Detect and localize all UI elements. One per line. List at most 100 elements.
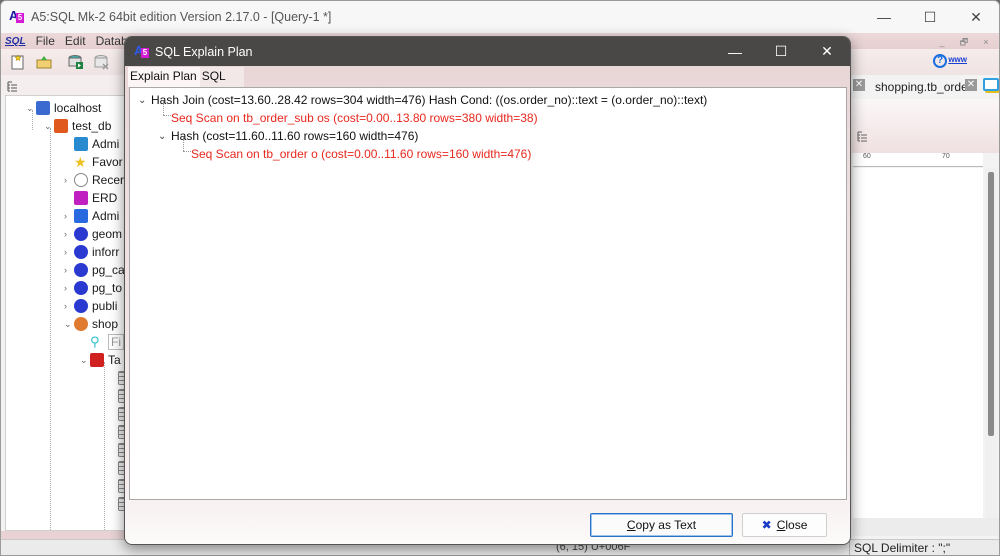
dialog-minimize-button[interactable]: —: [712, 37, 758, 66]
tree-item[interactable]: › pg_ca: [64, 261, 125, 279]
plan-connector-line: [163, 115, 171, 116]
explain-plan-tree: ⌄ Hash Join (cost=13.60..28.42 rows=304 w…: [129, 87, 847, 500]
schema-icon: [74, 227, 88, 241]
window-title: A5:SQL Mk-2 64bit edition Version 2.17.0…: [31, 10, 332, 24]
plan-connector-line: [163, 101, 164, 115]
chevron-right-icon[interactable]: ›: [64, 283, 74, 293]
chevron-down-icon[interactable]: ⌄: [44, 121, 54, 132]
chevron-down-icon[interactable]: ⌄: [80, 355, 90, 366]
tree-item[interactable]: ⚲ Fi: [80, 333, 124, 351]
plan-node[interactable]: ⌄ Hash (cost=11.60..11.60 rows=160 width=…: [158, 127, 418, 145]
new-query-button[interactable]: [9, 53, 27, 71]
plan-node[interactable]: Seq Scan on tb_order o (cost=0.00..11.60…: [191, 145, 531, 163]
tree-item-label: Favor: [92, 155, 123, 169]
chevron-down-icon[interactable]: ⌄: [26, 103, 36, 114]
server-db-icon: [36, 101, 50, 115]
tree-item[interactable]: ⌄ Ta: [80, 351, 121, 369]
menu-file[interactable]: File: [36, 34, 55, 48]
tab-explain-plan[interactable]: Explain Plan: [128, 67, 200, 87]
tree-item-label: localhost: [54, 101, 102, 115]
close-dialog-button[interactable]: ✖ Close: [742, 513, 827, 537]
mdi-close-button[interactable]: ×: [977, 35, 995, 49]
schema-active-icon: [74, 317, 88, 331]
menu-edit[interactable]: Edit: [65, 34, 86, 48]
tree-item[interactable]: ★ Favor: [64, 153, 123, 171]
sql-menu-icon[interactable]: SQL: [5, 36, 26, 47]
tree-item[interactable]: › Admi: [64, 207, 119, 225]
erd-icon: [74, 191, 88, 205]
maximize-button[interactable]: ☐: [907, 1, 953, 33]
chevron-down-icon[interactable]: ⌄: [138, 95, 148, 106]
tree-item[interactable]: › Recer: [64, 171, 124, 189]
tab-shopping-tb-order[interactable]: shopping.tb_orde: [875, 80, 968, 94]
app-logo-icon: A 5: [9, 8, 24, 23]
schema-icon: [74, 281, 88, 295]
ruler-mark-70: 70: [942, 153, 950, 160]
new-query-icon: [11, 54, 24, 70]
close-button[interactable]: ✕: [953, 1, 999, 33]
tree-item[interactable]: ERD: [64, 189, 117, 207]
chevron-right-icon[interactable]: ›: [64, 247, 74, 257]
close-x-icon: ✖: [761, 518, 772, 532]
tree-item-label: shop: [92, 317, 119, 331]
copy-as-text-button[interactable]: Copy as Text: [590, 513, 733, 537]
help-icon[interactable]: ?: [933, 54, 947, 68]
chevron-right-icon[interactable]: ›: [64, 175, 74, 185]
tree-guide-line: [104, 362, 105, 530]
open-button[interactable]: [35, 53, 53, 71]
mdi-minimize-button[interactable]: _: [933, 35, 951, 49]
tree-guide-line: [32, 110, 33, 130]
tree-item-label: pg_ca: [92, 263, 125, 277]
plan-node[interactable]: Seq Scan on tb_order_sub os (cost=0.00..…: [171, 109, 538, 127]
mdi-restore-button[interactable]: 🗗: [955, 35, 973, 49]
chevron-down-icon[interactable]: ⌄: [64, 319, 74, 330]
ruler-mark-60: 60: [863, 153, 871, 160]
tree-item-label: test_db: [72, 119, 112, 133]
chevron-right-icon[interactable]: ›: [64, 229, 74, 239]
tab-close-icon[interactable]: ✕: [965, 79, 977, 91]
tree-outline-icon[interactable]: [7, 81, 18, 92]
tree-item[interactable]: ⌄ test_db: [44, 117, 111, 135]
scrollbar-thumb[interactable]: [988, 172, 994, 436]
chevron-right-icon[interactable]: ›: [64, 211, 74, 221]
tree-item[interactable]: ⌄ shop: [64, 315, 118, 333]
tree-item-label: Recer: [92, 173, 125, 187]
tree-toolbar: [1, 75, 129, 97]
tree-item-label: Admi: [92, 209, 120, 223]
chevron-right-icon[interactable]: ›: [64, 301, 74, 311]
plan-node[interactable]: ⌄ Hash Join (cost=13.60..28.42 rows=304 w…: [138, 91, 707, 109]
sql-editor[interactable]: [853, 168, 983, 518]
disconnect-db-button[interactable]: [93, 53, 111, 71]
dialog-title: SQL Explain Plan: [155, 44, 253, 59]
tree-item-label: ERD: [92, 191, 118, 205]
tree-item-label: Admi: [92, 137, 120, 151]
outline-icon[interactable]: [857, 131, 869, 143]
run-db-icon: [68, 55, 83, 69]
tree-item[interactable]: › inforr: [64, 243, 119, 261]
www-link[interactable]: www: [948, 55, 967, 64]
tree-item[interactable]: › pg_to: [64, 279, 122, 297]
editor-vscrollbar[interactable]: [985, 168, 997, 518]
dialog-maximize-button[interactable]: ☐: [758, 37, 804, 66]
chevron-down-icon[interactable]: ⌄: [158, 131, 168, 142]
star-icon: ★: [74, 154, 87, 170]
tab-sql[interactable]: SQL: [199, 67, 244, 87]
minimize-button[interactable]: —: [861, 1, 907, 33]
tree-item[interactable]: Admi: [64, 135, 119, 153]
chevron-right-icon[interactable]: ›: [64, 265, 74, 275]
plan-node-text: Seq Scan on tb_order o (cost=0.00..11.60…: [191, 147, 532, 161]
database-tree: ⌄ localhost ⌄ test_db Admi ★ Favor › Recer ERD › Ad…: [5, 95, 129, 531]
dialog-titlebar: A 5 SQL Explain Plan — ☐ ✕: [125, 37, 850, 66]
folder-icon[interactable]: [983, 78, 999, 91]
tree-item[interactable]: › geom: [64, 225, 122, 243]
run-db-button[interactable]: [67, 53, 85, 71]
tree-guide-line: [50, 128, 51, 530]
dialog-close-button[interactable]: ✕: [804, 37, 850, 66]
admin-shapes-icon: [74, 209, 88, 223]
tree-item[interactable]: › publi: [64, 297, 117, 315]
tab-close-icon[interactable]: ✕: [853, 79, 865, 91]
clock-icon: [74, 173, 88, 187]
sql-delimiter-status: SQL Delimiter : ";": [849, 541, 950, 555]
tree-item[interactable]: ⌄ localhost: [26, 99, 101, 117]
tree-filter-input[interactable]: Fi: [108, 334, 124, 350]
